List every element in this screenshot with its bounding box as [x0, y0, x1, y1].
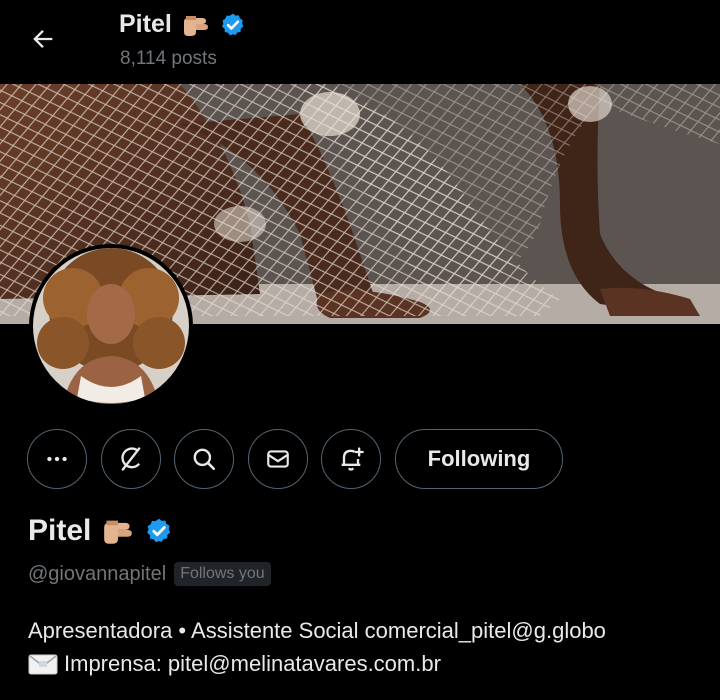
- follows-you-badge: Follows you: [174, 562, 271, 586]
- profile-bio: Apresentadora • Assistente Social comerc…: [28, 614, 606, 680]
- envelope-emoji-icon: [28, 654, 58, 674]
- profile-actions: Following: [0, 429, 720, 489]
- avatar-image: [33, 248, 189, 404]
- profile-name-row: Pitel: [28, 514, 173, 548]
- back-arrow-icon: [33, 30, 53, 48]
- message-icon: [267, 450, 289, 468]
- profile-name: Pitel: [28, 514, 92, 547]
- bio-press-contact: Imprensa: pitel@melinatavares.com.br: [64, 651, 441, 676]
- more-button[interactable]: [27, 429, 87, 489]
- header-name: Pitel: [119, 10, 172, 38]
- pointing-hand-emoji-icon: [183, 15, 208, 36]
- profile-handle: @giovannapitel: [28, 562, 167, 585]
- profile-avatar[interactable]: [29, 244, 193, 408]
- pointing-hand-emoji-icon: [104, 520, 133, 544]
- notification-bell-plus-icon: [341, 447, 364, 471]
- back-button[interactable]: [26, 22, 60, 56]
- search-button[interactable]: [174, 429, 234, 489]
- grok-button[interactable]: [101, 429, 161, 489]
- top-bar: Pitel 8,114 posts: [0, 0, 720, 84]
- search-icon: [193, 448, 216, 471]
- verified-badge-icon: [221, 13, 244, 35]
- verified-badge-icon[interactable]: [145, 517, 173, 545]
- message-button[interactable]: [248, 429, 308, 489]
- handle-row: @giovannapitel Follows you: [28, 562, 271, 586]
- following-button[interactable]: Following: [395, 429, 563, 489]
- grok-icon: [121, 447, 141, 471]
- notify-button[interactable]: [321, 429, 381, 489]
- bio-line-2: Imprensa: pitel@melinatavares.com.br: [28, 647, 606, 680]
- more-icon: [47, 456, 67, 462]
- header-title: Pitel: [119, 10, 246, 39]
- bio-line-1: Apresentadora • Assistente Social comerc…: [28, 618, 606, 643]
- post-count: 8,114 posts: [120, 48, 217, 69]
